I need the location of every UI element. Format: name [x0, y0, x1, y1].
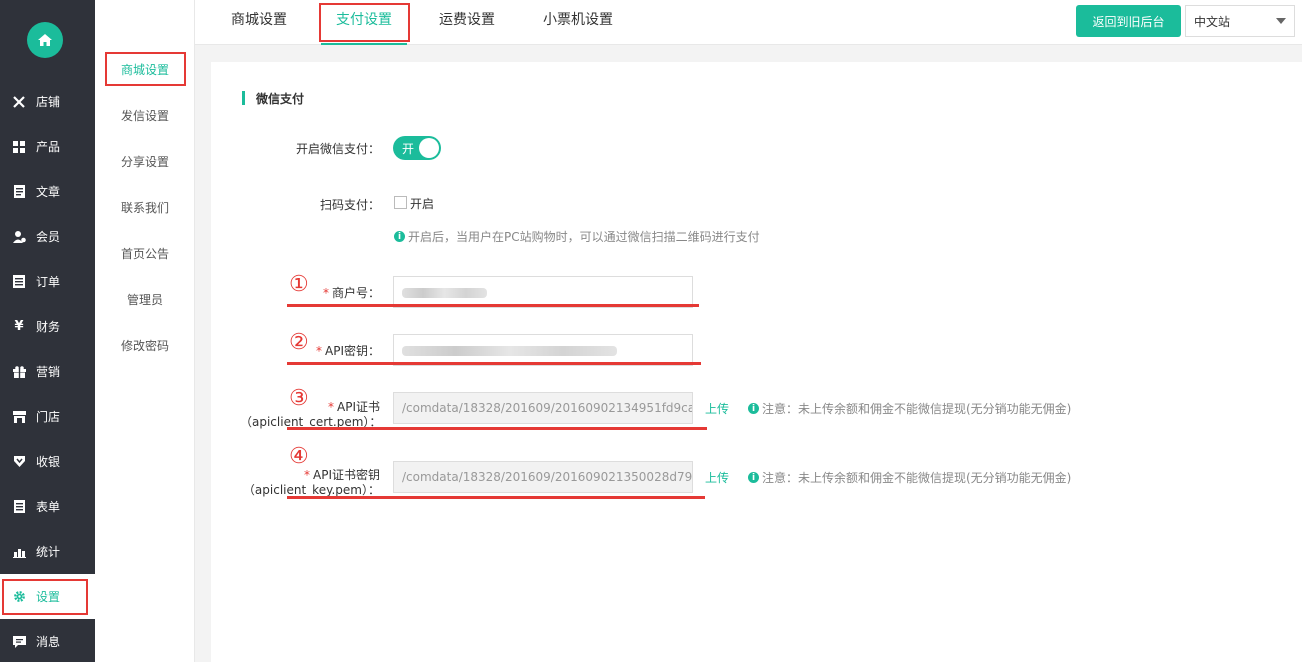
document-icon	[12, 185, 26, 199]
api-cert-key-label-line1: * API证书密钥	[304, 468, 380, 482]
api-cert-key-label: * API证书密钥 （apiclient_key.pem）：	[240, 468, 380, 498]
chevron-down-icon	[1276, 18, 1286, 24]
wechat-pay-label: 开启微信支付：	[295, 142, 380, 156]
subnav-item-change-password[interactable]: 修改密码	[95, 337, 195, 354]
sidebar-item-cashier[interactable]: 收银	[0, 439, 95, 484]
api-cert-value: /comdata/18328/201609/20160902134951fd9c…	[402, 401, 693, 415]
language-select[interactable]: 中文站	[1185, 5, 1295, 37]
annotation-underline-4	[287, 496, 705, 499]
redacted-value	[402, 288, 487, 298]
settings-subnav: 商城设置 发信设置 分享设置 联系我们 首页公告 管理员 修改密码	[95, 0, 195, 662]
merchant-id-label: * 商户号：	[300, 284, 380, 301]
toggle-label: 开	[402, 142, 415, 156]
scan-pay-hint: i 开启后，当用户在PC站购物时，可以通过微信扫描二维码进行支付	[394, 228, 760, 245]
list-icon	[12, 275, 26, 289]
toggle-knob	[419, 138, 439, 158]
yen-icon: ¥	[14, 319, 24, 334]
sidebar-item-articles[interactable]: 文章	[0, 169, 95, 214]
required-mark: *	[322, 286, 329, 300]
required-mark: *	[304, 468, 310, 482]
scan-pay-label: 扫码支付：	[319, 198, 380, 212]
annotation-marker-3: ③	[289, 386, 309, 411]
sidebar-item-finance[interactable]: ¥ 财务	[0, 304, 95, 349]
api-cert-key-upload-link[interactable]: 上传	[705, 469, 729, 486]
sidebar-item-stores[interactable]: 门店	[0, 394, 95, 439]
subnav-item-mail-settings[interactable]: 发信设置	[95, 107, 195, 124]
form-icon	[12, 500, 26, 514]
redacted-value	[402, 346, 617, 356]
merchant-id-label-text: 商户号：	[331, 286, 380, 300]
sidebar-item-label: 会员	[36, 230, 61, 244]
sidebar-item-label: 消息	[36, 635, 61, 649]
api-cert-label: * API证书 （apiclient_cert.pem）：	[240, 400, 381, 430]
sidebar-item-statistics[interactable]: 统计	[0, 529, 95, 574]
subnav-item-contact-us[interactable]: 联系我们	[95, 199, 195, 216]
api-key-label-text: API密钥：	[325, 344, 380, 358]
sidebar-item-members[interactable]: 会员	[0, 214, 95, 259]
gift-icon	[12, 365, 26, 379]
info-icon: i	[748, 403, 759, 414]
tools-icon	[12, 95, 26, 109]
annotation-marker-1: ①	[289, 272, 309, 297]
sidebar-item-label: 门店	[36, 410, 61, 424]
sidebar-item-shop[interactable]: 店铺	[0, 79, 95, 124]
message-icon	[12, 635, 26, 649]
store-icon	[12, 410, 26, 424]
info-icon: i	[394, 231, 405, 242]
back-to-old-admin-button[interactable]: 返回到旧后台	[1076, 5, 1181, 37]
api-cert-key-field[interactable]: /comdata/18328/201609/201609021350028d79…	[393, 461, 693, 493]
api-cert-label-line1: * API证书	[328, 400, 380, 414]
user-icon	[12, 230, 26, 244]
tab-shipping-settings[interactable]: 运费设置	[439, 0, 495, 45]
section-title: 微信支付	[242, 90, 304, 107]
sidebar-item-label: 收银	[36, 455, 61, 469]
sidebar-item-label: 统计	[36, 545, 61, 559]
sidebar-item-forms[interactable]: 表单	[0, 484, 95, 529]
api-cert-field[interactable]: /comdata/18328/201609/20160902134951fd9c…	[393, 392, 693, 424]
wechat-pay-toggle[interactable]: 开	[393, 136, 441, 160]
annotation-marker-2: ②	[289, 330, 309, 355]
language-value: 中文站	[1194, 14, 1231, 29]
annotation-box-settings	[2, 579, 88, 615]
scan-pay-checkbox[interactable]	[394, 196, 407, 209]
annotation-underline-3	[287, 427, 707, 430]
annotation-box-tab	[319, 3, 410, 42]
sidebar-item-label: 店铺	[36, 95, 61, 109]
tab-mall-settings[interactable]: 商城设置	[231, 0, 287, 45]
annotation-underline-1	[287, 304, 699, 307]
cashier-icon	[12, 455, 26, 469]
sidebar-item-messages[interactable]: 消息	[0, 619, 95, 662]
main-sidebar: 店铺 产品 文章 会员 订单 ¥ 财务 营销 门店 收银 表单 统计 设置 消息	[0, 0, 95, 662]
home-button[interactable]	[27, 22, 63, 58]
annotation-underline-2	[287, 362, 701, 365]
subnav-item-admins[interactable]: 管理员	[95, 291, 195, 308]
chart-icon	[12, 545, 26, 559]
sidebar-item-label: 产品	[36, 140, 61, 154]
required-mark: *	[328, 400, 334, 414]
subnav-item-home-notice[interactable]: 首页公告	[95, 245, 195, 262]
annotation-box-subnav	[105, 52, 186, 86]
sidebar-item-label: 财务	[36, 320, 61, 334]
subnav-item-share-settings[interactable]: 分享设置	[95, 153, 195, 170]
sidebar-item-label: 文章	[36, 185, 61, 199]
sidebar-item-products[interactable]: 产品	[0, 124, 95, 169]
info-icon: i	[748, 472, 759, 483]
scan-pay-checkbox-label[interactable]: 开启	[410, 195, 434, 212]
required-mark: *	[316, 344, 322, 358]
sidebar-item-marketing[interactable]: 营销	[0, 349, 95, 394]
sidebar-item-orders[interactable]: 订单	[0, 259, 95, 304]
grid-icon	[12, 140, 26, 154]
home-icon	[38, 34, 52, 46]
tab-printer-settings[interactable]: 小票机设置	[543, 0, 613, 45]
annotation-marker-4: ④	[289, 444, 309, 469]
api-cert-key-value: /comdata/18328/201609/201609021350028d79…	[402, 470, 693, 484]
sidebar-item-label: 表单	[36, 500, 61, 514]
sidebar-item-label: 营销	[36, 365, 61, 379]
api-cert-note: i 注意：未上传余额和佣金不能微信提现(无分销功能无佣金)	[748, 400, 1071, 417]
api-cert-key-note: i 注意：未上传余额和佣金不能微信提现(无分销功能无佣金)	[748, 469, 1071, 486]
sidebar-item-label: 订单	[36, 275, 61, 289]
hint-text: 开启后，当用户在PC站购物时，可以通过微信扫描二维码进行支付	[408, 230, 760, 244]
api-cert-upload-link[interactable]: 上传	[705, 400, 729, 417]
